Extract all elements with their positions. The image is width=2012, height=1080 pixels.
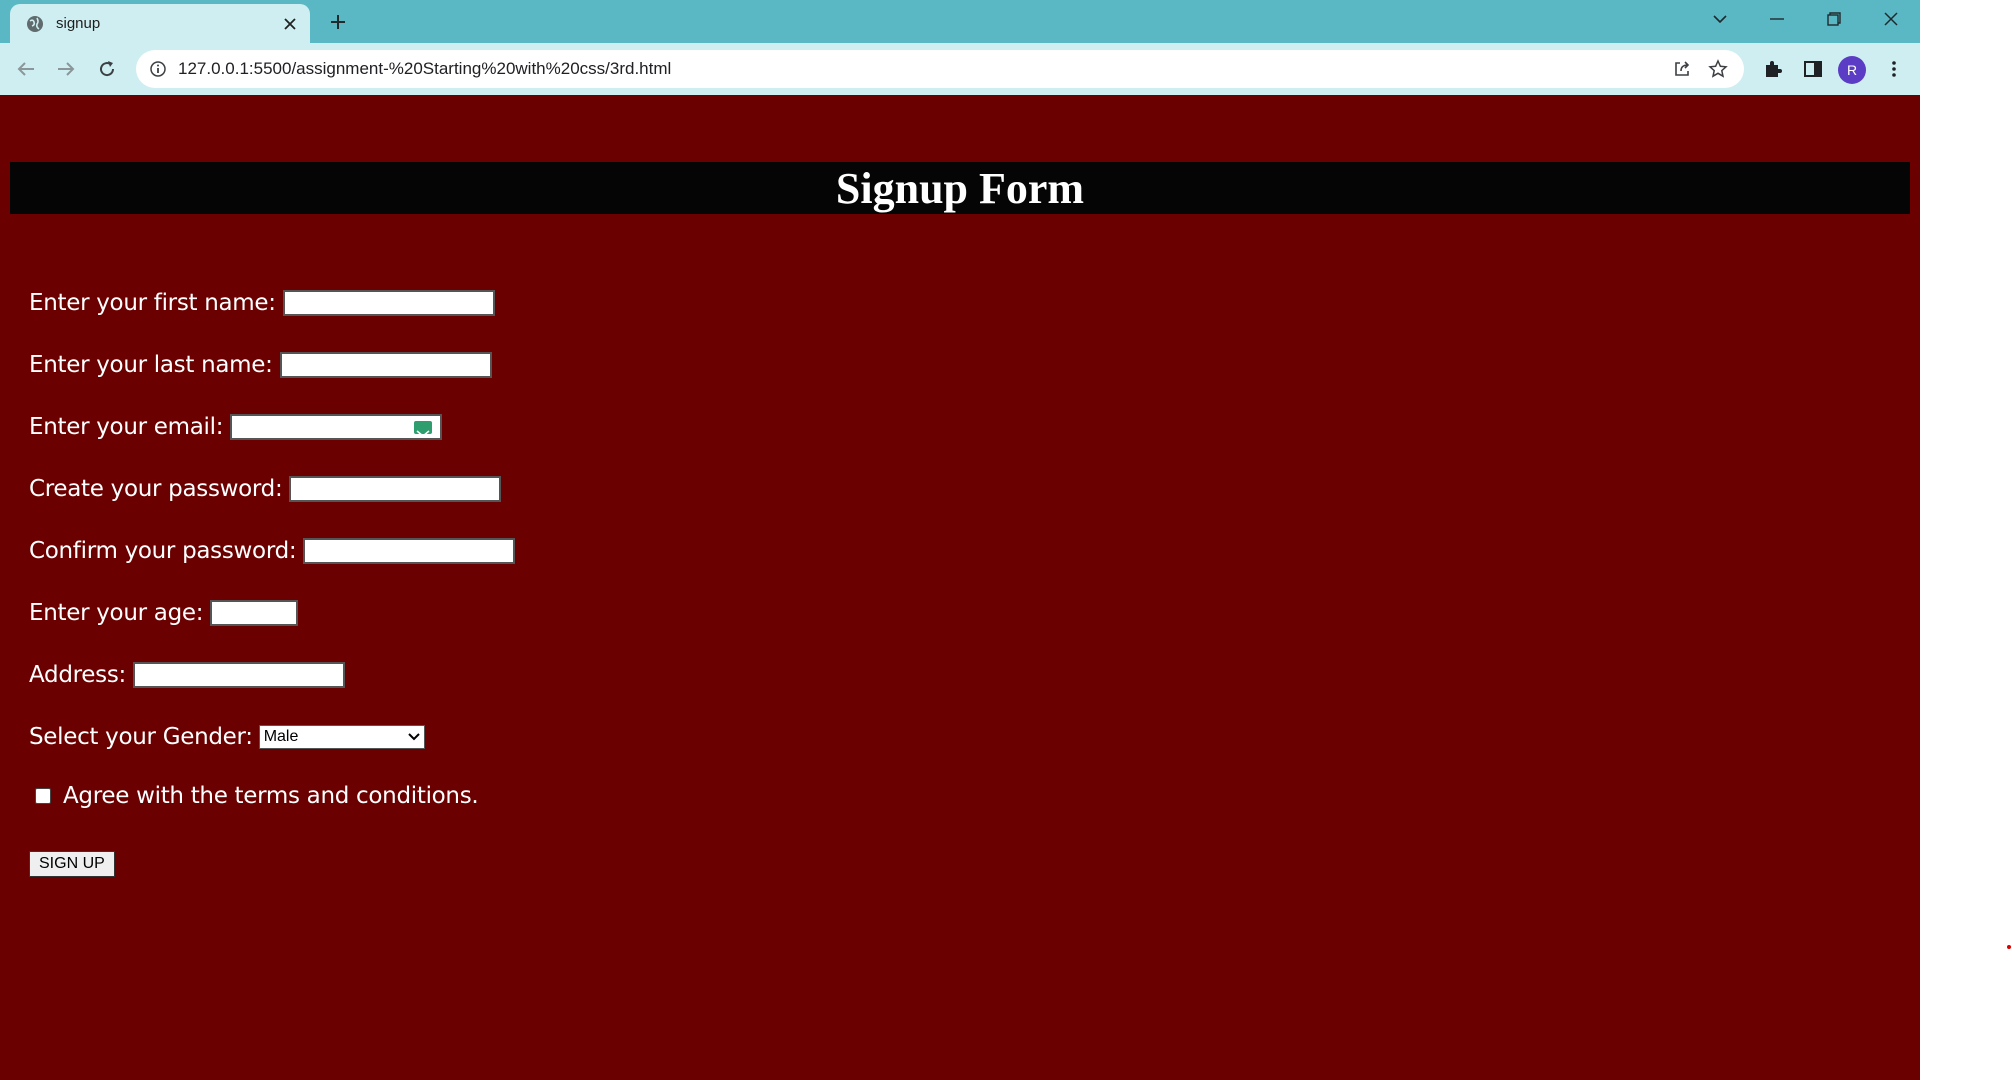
- password-label: Create your password:: [29, 476, 283, 502]
- browser-window: signup 127.0.0.1:5500/assignment-%20Star…: [0, 0, 1920, 1080]
- email-label: Enter your email:: [29, 414, 224, 440]
- first-name-input[interactable]: [282, 290, 495, 316]
- extensions-puzzle-icon[interactable]: [1757, 53, 1789, 85]
- title-bar: signup: [0, 0, 1920, 43]
- close-window-icon[interactable]: [1871, 4, 1911, 34]
- share-icon[interactable]: [1664, 51, 1700, 87]
- age-label: Enter your age:: [29, 600, 204, 626]
- profile-avatar[interactable]: R: [1838, 56, 1866, 84]
- back-arrow-icon[interactable]: [10, 53, 42, 85]
- browser-toolbar: 127.0.0.1:5500/assignment-%20Starting%20…: [0, 43, 1920, 95]
- restore-icon[interactable]: [1814, 4, 1854, 34]
- reload-icon[interactable]: [91, 53, 123, 85]
- email-input[interactable]: [230, 414, 443, 440]
- terms-row: Agree with the terms and conditions.: [29, 783, 479, 809]
- address-label: Address:: [29, 662, 126, 688]
- first-name-label: Enter your first name:: [29, 290, 276, 316]
- confirm-password-input[interactable]: [303, 538, 516, 564]
- gender-selected-value: Male: [263, 728, 299, 745]
- side-panel-icon[interactable]: [1797, 53, 1829, 85]
- page-title: Signup Form: [835, 163, 1085, 213]
- terms-label: Agree with the terms and conditions.: [63, 783, 479, 809]
- avatar-letter: R: [1846, 62, 1858, 78]
- address-row: Address:: [29, 662, 345, 688]
- globe-icon: [26, 15, 44, 33]
- first-name-row: Enter your first name:: [29, 290, 495, 316]
- page-content: Signup Form Enter your first name: Enter…: [0, 95, 1920, 1080]
- bookmark-star-icon[interactable]: [1700, 51, 1736, 87]
- last-name-input[interactable]: [279, 352, 492, 378]
- close-tab-icon[interactable]: [278, 12, 302, 36]
- tab-search-chevron-down-icon[interactable]: [1700, 4, 1740, 34]
- last-name-row: Enter your last name:: [29, 352, 492, 378]
- last-name-label: Enter your last name:: [29, 352, 273, 378]
- header-bar: Signup Form: [10, 162, 1910, 214]
- mail-autofill-icon[interactable]: [414, 421, 433, 437]
- tab-title: signup: [56, 15, 101, 32]
- red-dot-marker: [2007, 945, 2011, 949]
- site-info-icon[interactable]: [148, 59, 168, 79]
- url-text[interactable]: 127.0.0.1:5500/assignment-%20Starting%20…: [178, 59, 1664, 79]
- more-menu-icon[interactable]: [1878, 53, 1910, 85]
- signup-button[interactable]: SIGN UP: [29, 851, 115, 877]
- gender-label: Select your Gender:: [29, 724, 253, 750]
- age-row: Enter your age:: [29, 600, 299, 626]
- password-row: Create your password:: [29, 476, 502, 502]
- gender-select[interactable]: Male: [258, 725, 425, 749]
- address-input[interactable]: [132, 662, 345, 688]
- password-input[interactable]: [289, 476, 502, 502]
- confirm-password-label: Confirm your password:: [29, 538, 297, 564]
- terms-checkbox[interactable]: [35, 788, 51, 804]
- confirm-password-row: Confirm your password:: [29, 538, 516, 564]
- email-row: Enter your email:: [29, 414, 443, 440]
- age-input[interactable]: [210, 600, 299, 626]
- minimize-icon[interactable]: [1757, 4, 1797, 34]
- new-tab-button[interactable]: [324, 8, 352, 36]
- browser-tab[interactable]: signup: [10, 4, 310, 43]
- forward-arrow-icon[interactable]: [50, 53, 82, 85]
- chevron-down-icon: [407, 728, 420, 746]
- gender-row: Select your Gender: Male: [29, 724, 425, 750]
- address-bar[interactable]: 127.0.0.1:5500/assignment-%20Starting%20…: [136, 50, 1744, 88]
